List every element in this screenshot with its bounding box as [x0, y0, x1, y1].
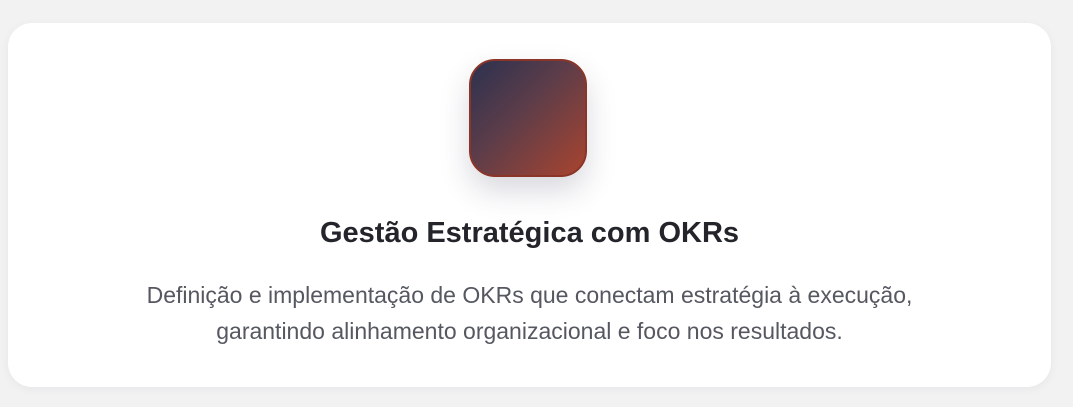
- service-description-line-1: Definição e implementação de OKRs que co…: [146, 282, 913, 308]
- service-icon: [469, 59, 587, 177]
- service-card: Gestão Estratégica com OKRs Definição e …: [8, 23, 1051, 387]
- service-description: Definição e implementação de OKRs que co…: [78, 277, 981, 349]
- service-title: Gestão Estratégica com OKRs: [319, 217, 740, 249]
- service-description-line-2: garantindo alinhamento organizacional e …: [216, 318, 843, 344]
